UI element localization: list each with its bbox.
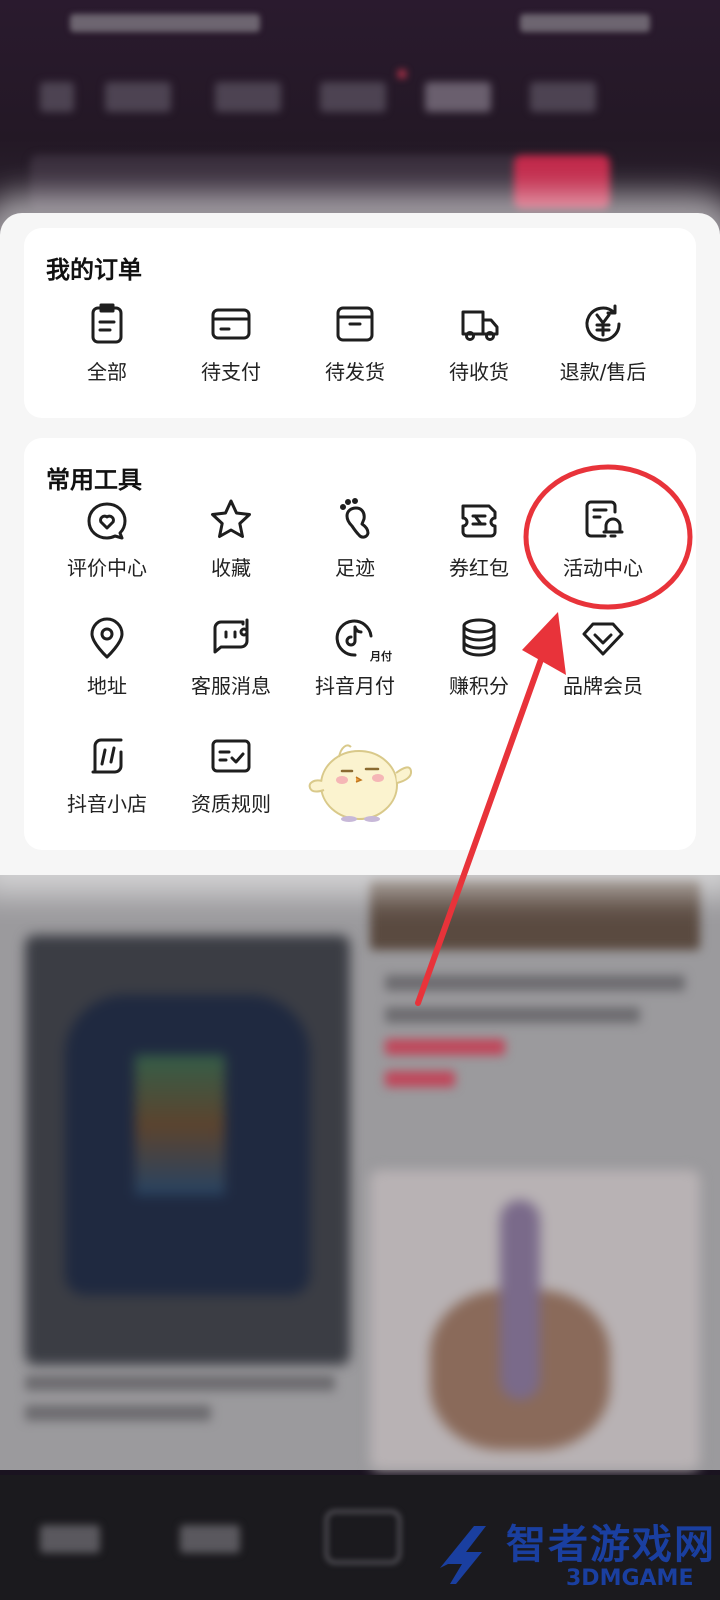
tool-qualification-rules[interactable]: 资质规则 [171, 732, 291, 817]
card-icon [207, 300, 255, 348]
qualification-rules-icon [207, 732, 255, 780]
tool-customer-service[interactable]: 客服消息 [171, 614, 291, 699]
orders-title: 我的订单 [46, 256, 142, 284]
carrier-text-blurred [70, 14, 260, 32]
sweater-image [65, 995, 310, 1295]
status-bar [0, 0, 720, 50]
mascot-chick-sticker [304, 733, 414, 828]
refund-yen-icon [579, 300, 627, 348]
product-card-image [25, 935, 350, 1365]
order-pending-payment-label: 待支付 [201, 360, 261, 384]
monthly-pay-badge: 月付 [369, 648, 393, 664]
coupon-icon [455, 496, 503, 544]
tool-coupons-label: 券红包 [449, 556, 509, 580]
product-card-image [370, 1170, 700, 1470]
brand-member-icon [579, 614, 627, 662]
location-pin-icon [83, 614, 131, 662]
order-pending-payment[interactable]: 待支付 [171, 300, 291, 385]
truck-icon [455, 300, 503, 348]
top-nav-blurred [0, 70, 720, 130]
orders-panel: 我的订单 全部 待支付 待发货 待收货 退款/售后 [24, 228, 696, 418]
tool-review-center[interactable]: 评价中心 [47, 496, 167, 581]
order-pending-receipt-label: 待收货 [449, 360, 509, 384]
tools-panel: 常用工具 评价中心 收藏 足迹 券红包 活动中心 地址 客服消息 月付 抖音月付… [24, 438, 696, 850]
watermark-en-text: 3DMGAME [566, 1566, 694, 1591]
tools-title: 常用工具 [46, 466, 142, 494]
package-icon [331, 300, 379, 348]
tool-douyin-shop[interactable]: 抖音小店 [47, 732, 167, 817]
tool-customer-service-label: 客服消息 [191, 674, 271, 698]
tool-brand-member-label: 品牌会员 [563, 674, 643, 698]
tool-activity-center-label: 活动中心 [563, 556, 643, 580]
watermark-cn-text: 智者游戏网 [506, 1522, 716, 1568]
footprint-icon [331, 496, 379, 544]
coins-stack-icon [455, 614, 503, 662]
publish-plus-button-blurred [325, 1510, 401, 1564]
order-all-label: 全部 [87, 360, 127, 384]
tool-footprint[interactable]: 足迹 [295, 496, 415, 581]
search-bar-blurred [30, 155, 610, 209]
order-refund-aftersale[interactable]: 退款/售后 [543, 300, 663, 385]
douyin-shop-icon [83, 732, 131, 780]
watermark: 智者游戏网 3DMGAME [436, 1510, 720, 1600]
order-pending-shipment[interactable]: 待发货 [295, 300, 415, 385]
order-all[interactable]: 全部 [47, 300, 167, 385]
tool-earn-points-label: 赚积分 [449, 674, 509, 698]
tool-footprint-label: 足迹 [335, 556, 375, 580]
product-card-image-top [370, 880, 700, 950]
tool-brand-member[interactable]: 品牌会员 [543, 614, 663, 699]
star-icon [207, 496, 255, 544]
tool-earn-points[interactable]: 赚积分 [419, 614, 539, 699]
notification-dot [398, 70, 406, 78]
watermark-logo-icon [440, 1526, 486, 1584]
tool-favorites-label: 收藏 [211, 556, 251, 580]
order-refund-aftersale-label: 退款/售后 [559, 360, 647, 384]
review-heart-icon [83, 496, 131, 544]
tool-address-label: 地址 [87, 674, 127, 698]
tool-douyin-monthly-pay[interactable]: 月付 抖音月付 [295, 614, 415, 699]
tool-coupons[interactable]: 券红包 [419, 496, 539, 581]
customer-service-icon [207, 614, 255, 662]
tool-douyin-shop-label: 抖音小店 [67, 792, 147, 816]
tool-address[interactable]: 地址 [47, 614, 167, 699]
tool-favorites[interactable]: 收藏 [171, 496, 291, 581]
tool-activity-center[interactable]: 活动中心 [543, 496, 663, 581]
order-pending-receipt[interactable]: 待收货 [419, 300, 539, 385]
search-button-blurred [514, 155, 610, 209]
tool-qualification-rules-label: 资质规则 [191, 792, 271, 816]
tool-douyin-monthly-pay-label: 抖音月付 [315, 674, 395, 698]
product-card-text-blurred [385, 975, 685, 1103]
activity-bell-icon [579, 496, 627, 544]
clipboard-icon [83, 300, 131, 348]
order-pending-shipment-label: 待发货 [325, 360, 385, 384]
status-icons-blurred [520, 14, 650, 32]
tool-review-center-label: 评价中心 [67, 556, 147, 580]
product-card-text-blurred [25, 1375, 335, 1445]
